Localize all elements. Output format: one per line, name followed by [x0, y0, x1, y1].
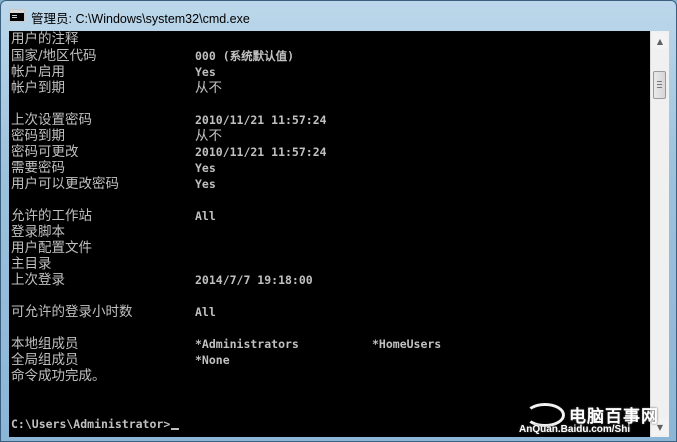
console-line-value: *HomeUsers [372, 337, 442, 351]
console-output[interactable]: 用户的注释 国家/地区代码 000 (系统默认值) 帐户启用 Yes 帐户到期 … [9, 31, 650, 437]
console-line-value: 2014/7/7 19:18:00 [195, 273, 313, 287]
console-line-label: 可允许的登录小时数 [11, 304, 133, 320]
scroll-thumb[interactable] [653, 71, 666, 99]
console-line-label: 上次登录 [11, 272, 65, 288]
console-line-label: 主目录 [11, 256, 52, 272]
console-line-value: Yes [195, 65, 216, 79]
console-line-label: 用户的注释 [11, 31, 79, 47]
console-line-value: *Administrators [195, 337, 299, 351]
console-line-label: 本地组成员 [11, 336, 79, 352]
prompt-text: C:\Users\Administrator> [11, 417, 171, 431]
console-line-label: 密码可更改 [11, 144, 79, 160]
window-title: 管理员: C:\Windows\system32\cmd.exe [31, 12, 250, 26]
console-line-label: 需要密码 [11, 160, 65, 176]
console-line-value: Yes [195, 177, 216, 191]
country-code-value: 000 (系统默认值) [195, 49, 295, 63]
console-line-label: 密码到期 [11, 128, 65, 144]
cmd-icon[interactable] [9, 9, 25, 22]
console-line-label: 国家/地区代码 [11, 48, 97, 64]
console-line-value: All [195, 209, 216, 223]
console-line-label: 帐户到期 [11, 80, 65, 96]
console-line-label: 帐户启用 [11, 64, 65, 80]
console-line-value: All [195, 305, 216, 319]
completion-message: 命令成功完成。 [11, 368, 106, 384]
console-line-label: 用户可以更改密码 [11, 176, 119, 192]
command-prompt[interactable]: C:\Users\Administrator> [11, 416, 180, 432]
title-bar[interactable]: 管理员: C:\Windows\system32\cmd.exe [1, 1, 676, 31]
console-line-label: 上次设置密码 [11, 112, 92, 128]
console-line-label: 登录脚本 [11, 224, 65, 240]
vertical-scrollbar[interactable]: ▲ ▼ [650, 31, 669, 437]
cmd-window: 管理员: C:\Windows\system32\cmd.exe 用户的注释 国… [0, 0, 677, 442]
watermark-url: AnQuan.Baidu.com/Shi [519, 424, 631, 435]
console-line-value: *None [195, 353, 230, 367]
console-line-label: 全局组成员 [11, 352, 79, 368]
console-line-value: Yes [195, 161, 216, 175]
console-line-value: 2010/11/21 11:57:24 [195, 113, 327, 127]
text-cursor [171, 428, 180, 430]
console-line-value: 2010/11/21 11:57:24 [195, 145, 327, 159]
watermark: 电脑百事网 AnQuan.Baidu.com/Shi [511, 397, 676, 441]
console-line-value: 从不 [195, 128, 222, 144]
console-line-value: 000 (系统默认值) [195, 48, 294, 64]
console-line-label: 允许的工作站 [11, 208, 92, 224]
console-line-value: 从不 [195, 80, 222, 96]
console-line-label: 用户配置文件 [11, 240, 92, 256]
scroll-up-button[interactable]: ▲ [652, 33, 668, 49]
